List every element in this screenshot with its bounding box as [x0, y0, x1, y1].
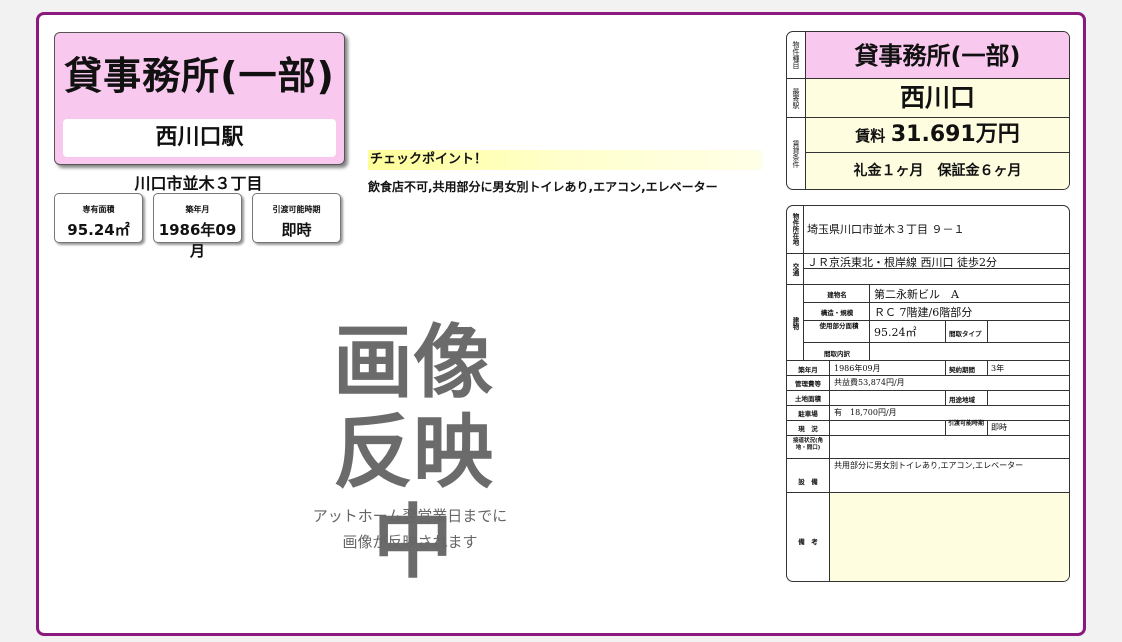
built-card: 築年月 1986年09月: [153, 193, 242, 260]
checkpoint-text: 飲食店不可,共用部分に男女別トイレあり,エアコン,エレベーター: [368, 180, 718, 194]
handover-card-label: 引渡可能時期: [272, 205, 321, 214]
summary-type: 貸事務所(一部): [806, 32, 1069, 78]
remarks-label: 備 考: [798, 538, 818, 546]
area-label: 使用部分面積: [819, 322, 859, 330]
equipment-value: 共用部分に男女別トイレあり,エアコン,エレベーター: [834, 461, 1024, 470]
rent-prefix: 賃料: [855, 127, 886, 145]
land-label: 土地面積: [795, 395, 821, 403]
building-label: 建物: [787, 285, 804, 361]
parking-value: 有 18,700円/月: [834, 408, 897, 417]
summary-box: 物件種目 貸事務所(一部) 最寄駅 西川口 賃貸条件 賃料 31.691万円 礼…: [786, 31, 1070, 190]
built-card-value: 1986年09月: [158, 221, 237, 260]
name-label: 建物名: [827, 291, 847, 299]
zone-label: 用途地域: [949, 396, 975, 404]
built-value: 1986年09月: [834, 364, 881, 373]
placeholder-note1: アットホーム翌営業日までに: [312, 507, 508, 525]
summary-type-label: 物件種目: [787, 32, 806, 78]
placeholder-line1: 画像: [333, 316, 493, 409]
address-label: 川口市並木３丁目: [134, 174, 263, 193]
handover-card: 引渡可能時期 即時: [252, 193, 341, 243]
road-label: 接道状況(角地・間口): [792, 438, 823, 451]
area-value: 95.24㎡: [874, 326, 917, 339]
details-table: 物件所在地 埼玉県川口市並木３丁目 ９－１ 交通 ＪＲ京浜東北・根岸線 西川口 …: [786, 205, 1070, 582]
mgmt-value: 共益費53,874円/月: [834, 378, 905, 387]
summary-terms-label: 賃貸条件: [787, 118, 806, 189]
checkpoint-title: チェックポイント！: [368, 150, 762, 170]
contract-value: 3年: [991, 364, 1005, 373]
station-label: 西川口駅: [63, 119, 336, 157]
layout-type-label: 間取タイプ: [949, 330, 982, 338]
remarks-value: [830, 493, 1069, 581]
area-card-value: 95.24㎡: [67, 221, 130, 239]
parking-label: 駐車場: [798, 410, 818, 418]
traffic-label: 交通: [787, 254, 804, 284]
area-card-label: 専有面積: [82, 205, 115, 214]
layout-detail-label: 間取内訳: [824, 350, 850, 358]
contract-label: 契約期間: [949, 366, 975, 374]
placeholder-line2: 反映中: [333, 406, 493, 589]
property-type-card: 貸事務所(一部) 西川口駅: [54, 32, 345, 165]
status-label: 現 況: [798, 425, 818, 433]
area-card: 専有面積 95.24㎡: [54, 193, 143, 243]
summary-station-label: 最寄駅: [787, 79, 806, 117]
summary-rent-row: 賃料 31.691万円: [806, 118, 1069, 152]
placeholder-note: アットホーム翌営業日までに 画像が反映されます: [270, 503, 550, 555]
name-value: 第二永新ビル A: [874, 288, 959, 301]
placeholder-note2: 画像が反映されます: [342, 533, 478, 551]
structure-value: ＲＣ 7階建/6階部分: [874, 306, 973, 319]
rent-value: 31.691万円: [890, 122, 1020, 147]
handover-label: 引渡可能時期: [947, 420, 984, 427]
handover-card-value: 即時: [281, 221, 312, 239]
handover-value: 即時: [991, 423, 1007, 432]
mgmt-label: 管理費等: [795, 380, 821, 388]
structure-label: 構造・規模: [820, 309, 854, 317]
property-type-title: 貸事務所(一部): [64, 54, 335, 98]
summary-deposit: 礼金１ヶ月 保証金６ヶ月: [806, 153, 1069, 189]
equipment-label: 設 備: [798, 478, 818, 486]
location-value: 埼玉県川口市並木３丁目 ９－１: [807, 223, 965, 236]
summary-station: 西川口: [806, 79, 1069, 117]
location-label: 物件所在地: [787, 206, 804, 253]
built-label: 築年月: [798, 366, 818, 374]
built-card-label: 築年月: [185, 205, 210, 214]
